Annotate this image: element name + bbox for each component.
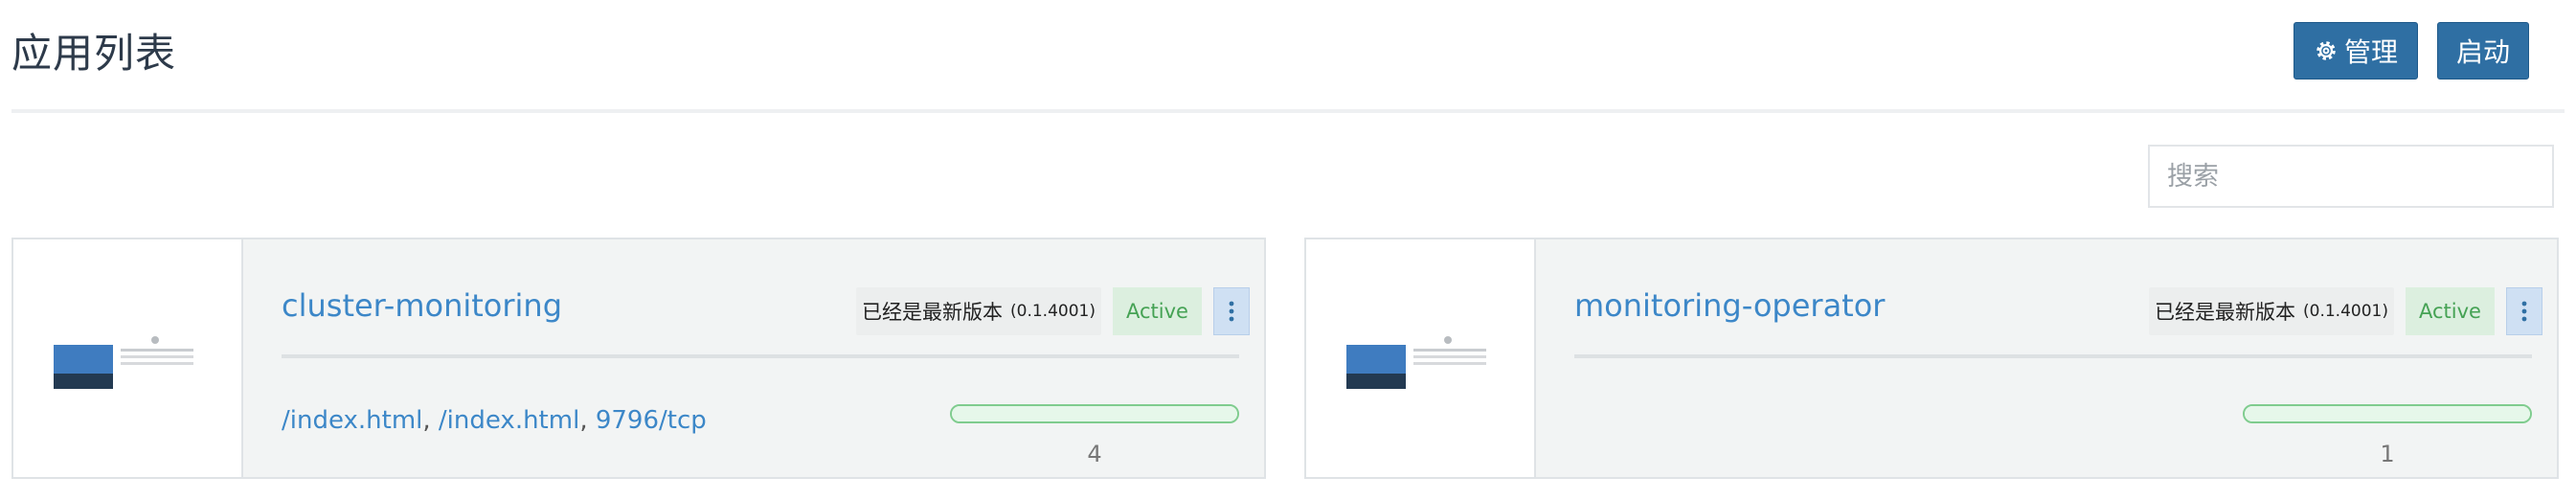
- start-button[interactable]: 启动: [2437, 22, 2529, 80]
- pod-count: 1: [2380, 441, 2395, 467]
- vertical-dots-icon: [2521, 301, 2527, 322]
- pod-progress-bar: [2243, 404, 2532, 423]
- endpoint-list: /index.html, /index.html, 9796/tcp: [282, 406, 707, 435]
- app-actions-button[interactable]: [1212, 287, 1250, 335]
- app-actions-button[interactable]: [2505, 287, 2542, 335]
- manage-button-label: 管理: [2343, 36, 2398, 68]
- app-name-link[interactable]: cluster-monitoring: [282, 287, 562, 324]
- version-text: 已经是最新版本: [862, 301, 1003, 324]
- app-thumbnail: [1306, 239, 1536, 477]
- version-text: 已经是最新版本: [2155, 301, 2295, 324]
- gear-icon: [2316, 41, 2336, 60]
- app-card: cluster-monitoring 已经是最新版本 (0.1.4001) Ac…: [11, 238, 1266, 479]
- progress-fill: [952, 406, 1237, 421]
- page-title: 应用列表: [11, 30, 177, 77]
- header-divider: [11, 109, 2565, 113]
- status-badge: Active: [1112, 287, 1202, 335]
- app-name-link[interactable]: monitoring-operator: [1574, 287, 1885, 324]
- app-status-group: 已经是最新版本 (0.1.4001) Active: [856, 287, 1250, 335]
- version-number: (0.1.4001): [1010, 302, 1096, 321]
- status-badge: Active: [2405, 287, 2495, 335]
- progress-fill: [2245, 406, 2530, 421]
- endpoint-link[interactable]: /index.html: [439, 406, 579, 435]
- app-status-group: 已经是最新版本 (0.1.4001) Active: [2149, 287, 2542, 335]
- search-input[interactable]: [2148, 145, 2554, 208]
- endpoint-link[interactable]: 9796/tcp: [596, 406, 707, 435]
- app-thumbnail: [13, 239, 243, 477]
- endpoint-link[interactable]: /index.html: [282, 406, 422, 435]
- pod-count: 4: [1087, 441, 1102, 467]
- card-divider: [1574, 354, 2532, 358]
- start-button-label: 启动: [2455, 36, 2510, 68]
- version-number: (0.1.4001): [2303, 302, 2388, 321]
- app-card: monitoring-operator 已经是最新版本 (0.1.4001) A…: [1304, 238, 2559, 479]
- pod-progress-bar: [950, 404, 1239, 423]
- manage-button[interactable]: 管理: [2294, 22, 2418, 80]
- card-divider: [282, 354, 1239, 358]
- version-badge: 已经是最新版本 (0.1.4001): [2149, 287, 2394, 335]
- version-badge: 已经是最新版本 (0.1.4001): [856, 287, 1101, 335]
- vertical-dots-icon: [1229, 301, 1234, 322]
